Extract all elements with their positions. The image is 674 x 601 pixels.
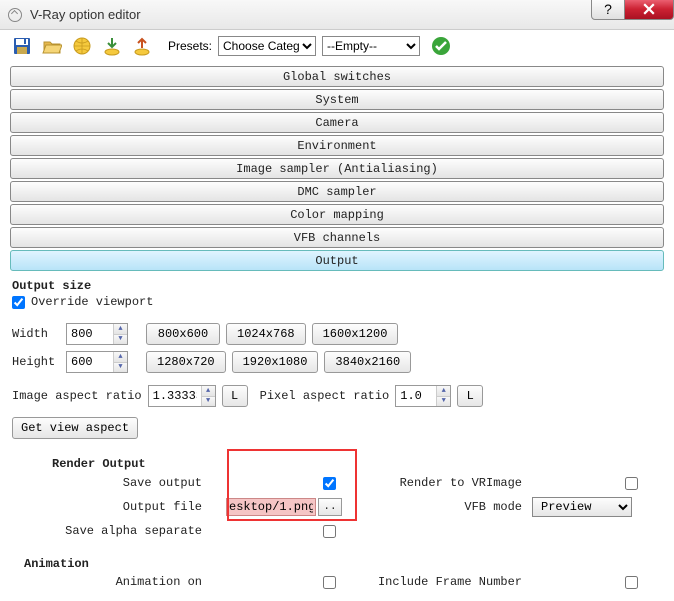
section-camera[interactable]: Camera xyxy=(10,112,664,133)
section-color-mapping[interactable]: Color mapping xyxy=(10,204,664,225)
animation-on-label: Animation on xyxy=(12,575,212,589)
output-file-label: Output file xyxy=(12,500,212,514)
spinner-up[interactable]: ▲ xyxy=(202,386,215,397)
section-list: Global switches System Camera Environmen… xyxy=(0,62,674,275)
output-file-input[interactable] xyxy=(226,498,316,516)
section-vfb-channels[interactable]: VFB channels xyxy=(10,227,664,248)
preset-1920x1080[interactable]: 1920x1080 xyxy=(232,351,319,373)
apply-icon[interactable] xyxy=(430,35,452,57)
save-output-checkbox[interactable] xyxy=(323,477,336,490)
render-output-group: Render Output Save output Render to VRIm… xyxy=(12,451,662,553)
lock-pixel-aspect-button[interactable]: L xyxy=(457,385,483,407)
open-icon[interactable] xyxy=(40,34,64,58)
spinner-down[interactable]: ▼ xyxy=(437,397,450,407)
category-select[interactable]: Choose Catego xyxy=(218,36,316,56)
lock-image-aspect-button[interactable]: L xyxy=(222,385,248,407)
window-buttons: ? xyxy=(592,0,674,20)
empty-select[interactable]: --Empty-- xyxy=(322,36,420,56)
browse-button[interactable]: .. xyxy=(318,498,342,516)
save-alpha-label: Save alpha separate xyxy=(12,524,212,538)
vfb-mode-label: VFB mode xyxy=(342,500,532,514)
presets-label: Presets: xyxy=(168,39,212,53)
image-aspect-input[interactable] xyxy=(149,386,201,406)
image-aspect-label: Image aspect ratio xyxy=(12,389,142,403)
height-input[interactable] xyxy=(67,352,113,372)
section-system[interactable]: System xyxy=(10,89,664,110)
preset-1280x720[interactable]: 1280x720 xyxy=(146,351,226,373)
height-label: Height xyxy=(12,355,60,369)
output-panel: Output size Override viewport Width ▲▼ 8… xyxy=(0,275,674,601)
globe-icon[interactable] xyxy=(70,34,94,58)
close-button[interactable] xyxy=(624,0,674,20)
pixel-aspect-spinner[interactable]: ▲▼ xyxy=(395,385,451,407)
save-icon[interactable] xyxy=(10,34,34,58)
section-environment[interactable]: Environment xyxy=(10,135,664,156)
spinner-up[interactable]: ▲ xyxy=(114,352,127,363)
image-aspect-spinner[interactable]: ▲▼ xyxy=(148,385,216,407)
save-output-label: Save output xyxy=(12,476,212,490)
section-output[interactable]: Output xyxy=(10,250,664,271)
vfb-mode-select[interactable]: Preview xyxy=(532,497,632,517)
spinner-down[interactable]: ▼ xyxy=(114,335,127,345)
width-label: Width xyxy=(12,327,60,341)
include-frame-label: Include Frame Number xyxy=(342,575,532,589)
section-image-sampler[interactable]: Image sampler (Antialiasing) xyxy=(10,158,664,179)
save-alpha-checkbox[interactable] xyxy=(323,525,336,538)
render-output-title: Render Output xyxy=(52,457,662,471)
load-down-icon[interactable] xyxy=(100,34,124,58)
titlebar: V-Ray option editor ? xyxy=(0,0,674,30)
override-viewport-label: Override viewport xyxy=(31,295,153,309)
help-button[interactable]: ? xyxy=(591,0,625,20)
render-vrimage-checkbox[interactable] xyxy=(625,477,638,490)
width-spinner[interactable]: ▲▼ xyxy=(66,323,128,345)
section-global-switches[interactable]: Global switches xyxy=(10,66,664,87)
override-viewport-checkbox[interactable] xyxy=(12,296,25,309)
animation-title: Animation xyxy=(24,557,662,571)
preset-3840x2160[interactable]: 3840x2160 xyxy=(324,351,411,373)
spinner-up[interactable]: ▲ xyxy=(114,324,127,335)
height-spinner[interactable]: ▲▼ xyxy=(66,351,128,373)
toolbar: Presets: Choose Catego --Empty-- xyxy=(0,30,674,62)
spinner-up[interactable]: ▲ xyxy=(437,386,450,397)
load-up-icon[interactable] xyxy=(130,34,154,58)
section-dmc-sampler[interactable]: DMC sampler xyxy=(10,181,664,202)
preset-800x600[interactable]: 800x600 xyxy=(146,323,220,345)
spinner-down[interactable]: ▼ xyxy=(202,397,215,407)
spinner-down[interactable]: ▼ xyxy=(114,363,127,373)
render-vrimage-label: Render to VRImage xyxy=(342,476,532,490)
preset-1024x768[interactable]: 1024x768 xyxy=(226,323,306,345)
get-view-aspect-button[interactable]: Get view aspect xyxy=(12,417,138,439)
animation-group: Animation Animation on Include Frame Num… xyxy=(12,557,662,593)
width-input[interactable] xyxy=(67,324,113,344)
app-icon xyxy=(8,8,22,22)
pixel-aspect-input[interactable] xyxy=(396,386,436,406)
window-title: V-Ray option editor xyxy=(30,7,141,22)
pixel-aspect-label: Pixel aspect ratio xyxy=(260,389,390,403)
output-size-title: Output size xyxy=(12,279,662,293)
animation-on-checkbox[interactable] xyxy=(323,576,336,589)
include-frame-checkbox[interactable] xyxy=(625,576,638,589)
preset-1600x1200[interactable]: 1600x1200 xyxy=(312,323,399,345)
